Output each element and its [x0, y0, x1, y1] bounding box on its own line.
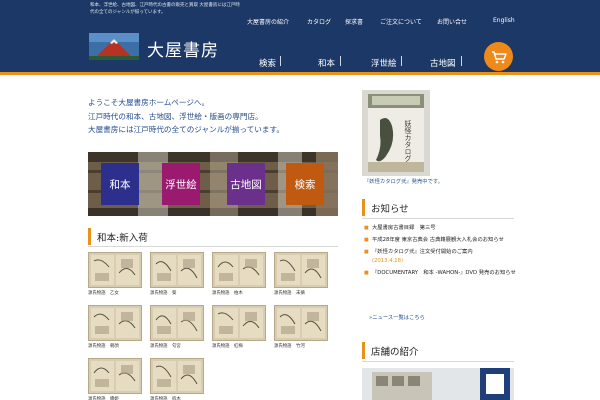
- book-thumbnail[interactable]: [150, 252, 204, 288]
- bullet-icon: ■: [364, 225, 369, 231]
- heading-accent-bar: [362, 342, 365, 359]
- news-heading: お知らせ: [362, 199, 409, 216]
- store-title: 店舗の紹介: [371, 346, 419, 358]
- category-ukiyoe-button[interactable]: 浮世絵: [162, 163, 200, 205]
- store-heading: 店舗の紹介: [362, 342, 419, 359]
- news-item[interactable]: ■ 『DOCUMENTARY 和本 -WAHON-』DVD 発売のお知らせ: [364, 269, 516, 278]
- news-text[interactable]: 平成28年度 東京古典会 古典籍展観大入札会のお知らせ: [372, 237, 504, 243]
- book-caption[interactable]: 源氏物語 乙女: [88, 290, 142, 296]
- book-caption[interactable]: 源氏物語 朝顔: [88, 343, 142, 349]
- bullet-icon: ■: [364, 237, 369, 244]
- book-thumbnail[interactable]: [274, 252, 328, 288]
- book-thumbnail[interactable]: [88, 305, 142, 341]
- mainnav-divider: [461, 56, 462, 66]
- intro-text: ようこそ大屋書房ホームページへ。 江戸時代の和本、古地図、浮世絵・版画の専門店。…: [88, 96, 284, 137]
- news-item[interactable]: ■ 『妖怪カタログ弐』注文受付開始のご案内 (2013.4.18): [364, 248, 516, 265]
- mainnav-old-maps[interactable]: 古地図: [430, 57, 456, 69]
- book-item[interactable]: 源氏物語 竹河: [274, 305, 328, 349]
- mainnav-wahon[interactable]: 和本: [318, 57, 335, 69]
- mainnav-divider: [401, 56, 402, 66]
- book-item[interactable]: 源氏物語 橋姫: [88, 358, 142, 400]
- book-item[interactable]: 源氏物語 末摘: [274, 252, 328, 296]
- cart-icon: [492, 51, 507, 64]
- heading-accent-bar: [362, 199, 365, 216]
- storefront-image[interactable]: [362, 368, 514, 400]
- book-caption[interactable]: 源氏物語 柏木: [212, 290, 266, 296]
- topnav-ordering[interactable]: ご注文について: [380, 17, 422, 26]
- heading-rule: [362, 361, 514, 362]
- topnav-catalog[interactable]: カタログ: [307, 17, 331, 26]
- book-thumbnail[interactable]: [88, 358, 142, 394]
- mainnav-search[interactable]: 検索: [259, 57, 276, 69]
- intro-line: 江戸時代の和本、古地図、浮世絵・版画の専門店。: [88, 111, 263, 121]
- book-item[interactable]: 源氏物語 葵: [150, 252, 204, 296]
- book-thumbnail[interactable]: [150, 305, 204, 341]
- news-list: ■ 大屋書房古書目録 第三号 ■ 平成28年度 東京古典会 古典籍展観大入札会の…: [364, 224, 516, 281]
- topnav-contact[interactable]: お問い合せ: [437, 17, 467, 26]
- category-wahon-button[interactable]: 和本: [101, 163, 139, 205]
- mainnav-divider: [280, 56, 281, 66]
- book-caption[interactable]: 源氏物語 竹河: [274, 343, 328, 349]
- book-caption[interactable]: 源氏物語 末摘: [274, 290, 328, 296]
- book-thumbnail[interactable]: [88, 252, 142, 288]
- topnav-about[interactable]: 大屋書房の紹介: [247, 17, 289, 26]
- heading-rule: [362, 218, 514, 219]
- book-item[interactable]: 源氏物語 乙女: [88, 252, 142, 296]
- book-caption[interactable]: 源氏物語 橋姫: [88, 396, 142, 400]
- topnav-wanted[interactable]: 探求書: [345, 17, 363, 26]
- book-item[interactable]: 源氏物語 匂宮: [150, 305, 204, 349]
- new-arrivals-title: 和本:新入荷: [97, 232, 148, 244]
- book-item[interactable]: 源氏物語 朝顔: [88, 305, 142, 349]
- category-banner: 和本 浮世絵 古地図 検索: [88, 152, 338, 216]
- logo-text[interactable]: 大屋書房: [147, 36, 219, 61]
- mainnav-ukiyoe[interactable]: 浮世絵: [371, 57, 397, 69]
- book-item[interactable]: 源氏物語 紅梅: [212, 305, 266, 349]
- topnav-english[interactable]: English: [493, 17, 515, 24]
- news-item[interactable]: ■ 大屋書房古書目録 第三号: [364, 224, 516, 233]
- bullet-icon: ■: [364, 249, 369, 256]
- news-item[interactable]: ■ 平成28年度 東京古典会 古典籍展観大入札会のお知らせ: [364, 236, 516, 245]
- site-tagline: 和本、浮世絵、古地図、江戸時代の古書の販売と買取 大屋書房には江戸時代の全てのジ…: [90, 3, 240, 15]
- news-text[interactable]: 『DOCUMENTARY 和本 -WAHON-』DVD 発売のお知らせ: [372, 270, 516, 276]
- book-item[interactable]: 源氏物語 柏木: [212, 252, 266, 296]
- book-thumbnail[interactable]: [274, 305, 328, 341]
- news-text[interactable]: 大屋書房古書目録 第三号: [372, 225, 436, 231]
- news-date: (2013.4.18): [372, 257, 404, 264]
- book-item[interactable]: 源氏物語 宿木: [150, 358, 204, 400]
- book-caption[interactable]: 源氏物語 葵: [150, 290, 204, 296]
- svg-text:妖怪カタログ: 妖怪カタログ: [404, 119, 412, 162]
- book-caption[interactable]: 源氏物語 匂宮: [150, 343, 204, 349]
- news-title: お知らせ: [371, 203, 409, 215]
- book-thumbnail[interactable]: [212, 252, 266, 288]
- book-caption[interactable]: 源氏物語 紅梅: [212, 343, 266, 349]
- logo-fuji-image[interactable]: [89, 33, 139, 60]
- heading-accent-bar: [88, 228, 91, 245]
- new-arrivals-heading: 和本:新入荷: [88, 228, 148, 245]
- catalog-cover-image[interactable]: 妖怪カタログ: [362, 90, 430, 176]
- cart-button[interactable]: [484, 42, 513, 71]
- category-old-maps-button[interactable]: 古地図: [227, 163, 265, 205]
- category-search-button[interactable]: 検索: [286, 163, 324, 205]
- bullet-icon: ■: [364, 269, 369, 276]
- heading-rule: [88, 246, 338, 247]
- mainnav-divider: [340, 56, 341, 66]
- header-accent-strip: [0, 72, 600, 75]
- intro-line: ようこそ大屋書房ホームページへ。: [88, 98, 210, 107]
- book-thumbnail[interactable]: [212, 305, 266, 341]
- news-more-link[interactable]: »ニュース一覧はこちら: [369, 313, 425, 321]
- intro-line: 大屋書房には江戸時代の全てのジャンルが揃っています。: [88, 125, 284, 134]
- news-text[interactable]: 『妖怪カタログ弐』注文受付開始のご案内: [372, 249, 473, 255]
- site-header: 和本、浮世絵、古地図、江戸時代の古書の販売と買取 大屋書房には江戸時代の全てのジ…: [0, 0, 600, 75]
- book-thumbnail[interactable]: [150, 358, 204, 394]
- book-caption[interactable]: 源氏物語 宿木: [150, 396, 204, 400]
- catalog-caption-link[interactable]: 『妖怪カタログ弐』発売中です。: [364, 177, 443, 185]
